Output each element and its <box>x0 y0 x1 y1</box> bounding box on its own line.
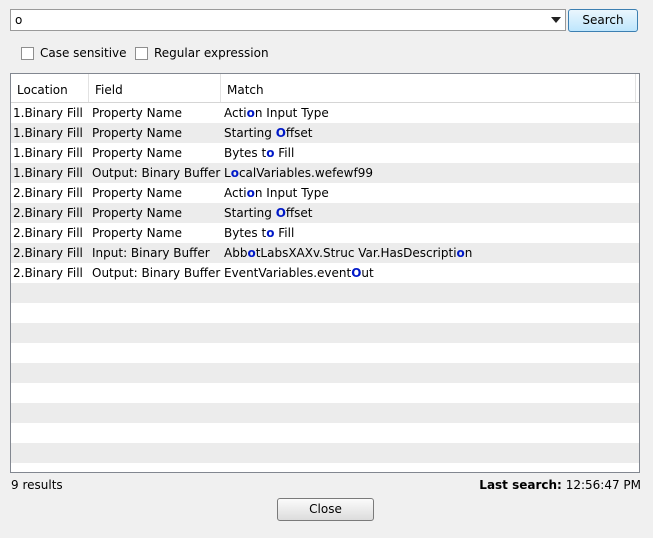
cell-field: Output: Binary Buffer <box>92 166 221 180</box>
table-row[interactable] <box>11 343 639 363</box>
search-combobox[interactable]: o <box>10 9 566 31</box>
last-search: Last search: 12:56:47 PM <box>479 478 641 492</box>
cell-field: Property Name <box>92 186 182 200</box>
match-text: Abb <box>224 246 248 260</box>
match-text: Fill <box>274 146 295 160</box>
close-button[interactable]: Close <box>277 498 374 521</box>
table-row[interactable]: 2.Binary Fill Property Name Starting Offse… <box>11 203 639 223</box>
match-highlight: o <box>247 246 256 260</box>
regex-label: Regular expression <box>154 46 269 60</box>
cell-match: Action Input Type <box>221 183 636 203</box>
cell-field: Property Name <box>92 206 182 220</box>
cell-location: 2.Binary Fill <box>13 206 83 220</box>
match-text: ffset <box>285 206 313 220</box>
table-row[interactable] <box>11 363 639 383</box>
cell-location: 1.Binary Fill <box>13 146 83 160</box>
match-text: ffset <box>285 126 313 140</box>
table-row[interactable]: 1.Binary Fill Output: Binary Buffer LocalV… <box>11 163 639 183</box>
match-text: tLabsXAXv.Struc Var.HasDescripti <box>255 246 457 260</box>
table-row[interactable] <box>11 323 639 343</box>
cell-location: 2.Binary Fill <box>13 186 83 200</box>
table-row[interactable]: 1.Binary Fill Property Name Bytes to Fill <box>11 143 639 163</box>
cell-match: Bytes to Fill <box>221 143 636 163</box>
last-search-label: Last search: <box>479 478 562 492</box>
cell-match: Starting Offset <box>221 123 636 143</box>
cell-match: Starting Offset <box>221 203 636 223</box>
cell-location: 2.Binary Fill <box>13 246 83 260</box>
table-row[interactable]: 2.Binary Fill Property Name Bytes to Fill <box>11 223 639 243</box>
match-highlight: o <box>246 186 255 200</box>
table-row[interactable]: 1.Binary Fill Property Name Action Input T… <box>11 103 639 123</box>
match-text: Acti <box>224 106 247 120</box>
cell-location: 1.Binary Fill <box>13 166 83 180</box>
results-count: 9 results <box>11 478 63 492</box>
cell-field: Output: Binary Buffer <box>92 266 221 280</box>
table-row[interactable] <box>11 283 639 303</box>
match-text: calVariables.wefewf99 <box>238 166 373 180</box>
cell-field: Property Name <box>92 146 182 160</box>
cell-location: 2.Binary Fill <box>13 226 83 240</box>
table-row[interactable] <box>11 403 639 423</box>
match-highlight: O <box>275 206 286 220</box>
cell-field: Property Name <box>92 226 182 240</box>
match-text: Bytes t <box>224 226 267 240</box>
cell-location: 1.Binary Fill <box>13 126 83 140</box>
column-header-match[interactable]: Match <box>221 74 636 102</box>
table-row[interactable] <box>11 303 639 323</box>
match-highlight: o <box>456 246 465 260</box>
cell-match: EventVariables.eventOut <box>221 263 636 283</box>
search-button[interactable]: Search <box>568 9 638 32</box>
match-text: L <box>224 166 231 180</box>
cell-field: Property Name <box>92 106 182 120</box>
column-header-field[interactable]: Field <box>89 74 221 102</box>
match-text: Fill <box>274 226 295 240</box>
search-input[interactable]: o <box>15 13 22 27</box>
match-text: Starting <box>224 126 276 140</box>
table-row[interactable]: 1.Binary Fill Property Name Starting Offse… <box>11 123 639 143</box>
match-text: ut <box>361 266 374 280</box>
table-row[interactable] <box>11 383 639 403</box>
column-header-location[interactable]: Location <box>11 74 89 102</box>
regex-checkbox[interactable]: Regular expression <box>135 45 269 61</box>
cell-match: LocalVariables.wefewf99 <box>221 163 636 183</box>
cell-field: Property Name <box>92 126 182 140</box>
match-text: n <box>464 246 473 260</box>
match-text: n Input Type <box>254 186 329 200</box>
table-row[interactable]: 2.Binary Fill Input: Binary Buffer AbbotLa… <box>11 243 639 263</box>
match-text: Starting <box>224 206 276 220</box>
cell-location: 2.Binary Fill <box>13 266 83 280</box>
chevron-down-icon[interactable] <box>551 17 561 23</box>
table-header: Location Field Match <box>11 74 639 103</box>
match-highlight: O <box>275 126 286 140</box>
table-row[interactable]: 2.Binary Fill Output: Binary Buffer EventV… <box>11 263 639 283</box>
table-row[interactable] <box>11 443 639 463</box>
results-table: Location Field Match 1.Binary Fill Proper… <box>10 73 640 473</box>
match-text: n Input Type <box>254 106 329 120</box>
cell-location: 1.Binary Fill <box>13 106 83 120</box>
match-text: Bytes t <box>224 146 267 160</box>
checkbox-box[interactable] <box>21 46 34 60</box>
last-search-time: 12:56:47 PM <box>565 478 641 492</box>
cell-match: AbbotLabsXAXv.Struc Var.HasDescription <box>221 243 636 263</box>
table-row[interactable] <box>11 423 639 443</box>
match-text: EventVariables.event <box>224 266 352 280</box>
table-body: 1.Binary Fill Property Name Action Input T… <box>11 103 639 463</box>
match-highlight: O <box>351 266 362 280</box>
table-row[interactable]: 2.Binary Fill Property Name Action Input T… <box>11 183 639 203</box>
match-highlight: o <box>246 106 255 120</box>
match-text: Acti <box>224 186 247 200</box>
match-highlight: o <box>230 166 239 180</box>
case-sensitive-label: Case sensitive <box>40 46 127 60</box>
checkbox-box[interactable] <box>135 46 148 60</box>
cell-match: Bytes to Fill <box>221 223 636 243</box>
case-sensitive-checkbox[interactable]: Case sensitive <box>21 45 127 61</box>
cell-field: Input: Binary Buffer <box>92 246 210 260</box>
cell-match: Action Input Type <box>221 103 636 123</box>
